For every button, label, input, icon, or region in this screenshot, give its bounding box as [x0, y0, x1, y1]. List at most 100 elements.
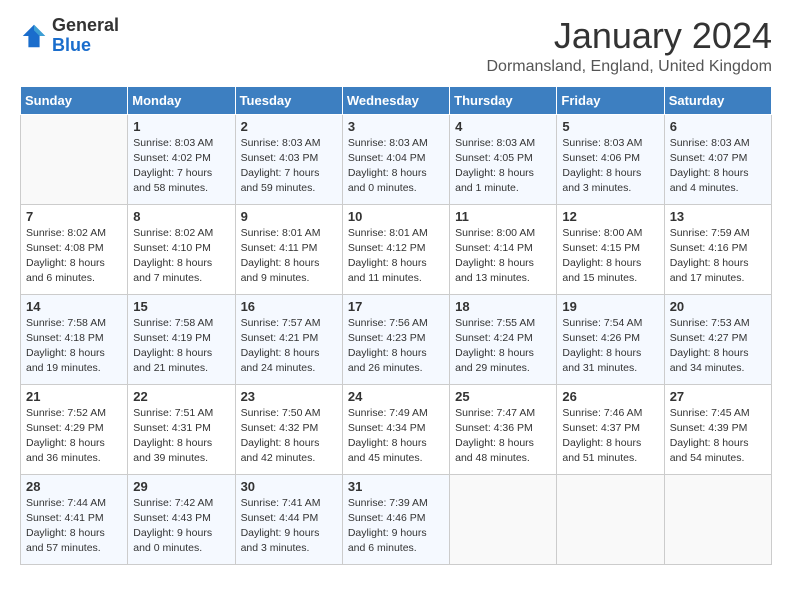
day-number: 10	[348, 209, 444, 224]
day-number: 23	[241, 389, 337, 404]
week-row-1: 1 Sunrise: 8:03 AMSunset: 4:02 PMDaylight…	[21, 114, 772, 204]
calendar-cell: 9 Sunrise: 8:01 AMSunset: 4:11 PMDaylight…	[235, 204, 342, 294]
logo-blue: Blue	[52, 35, 91, 55]
day-number: 11	[455, 209, 551, 224]
day-info: Sunrise: 8:03 AMSunset: 4:02 PMDaylight:…	[133, 136, 229, 197]
day-header-saturday: Saturday	[664, 86, 771, 114]
calendar-cell: 27 Sunrise: 7:45 AMSunset: 4:39 PMDayligh…	[664, 384, 771, 474]
day-header-tuesday: Tuesday	[235, 86, 342, 114]
calendar-cell: 20Sunrise: 7:53 AMSunset: 4:27 PMDayligh…	[664, 294, 771, 384]
day-info: Sunrise: 7:58 AMSunset: 4:19 PMDaylight:…	[133, 316, 229, 377]
calendar-cell: 16 Sunrise: 7:57 AMSunset: 4:21 PMDayligh…	[235, 294, 342, 384]
day-number: 31	[348, 479, 444, 494]
logo-icon	[20, 22, 48, 50]
day-info: Sunrise: 7:47 AMSunset: 4:36 PMDaylight:…	[455, 406, 551, 467]
calendar-cell: 6 Sunrise: 8:03 AMSunset: 4:07 PMDaylight…	[664, 114, 771, 204]
day-info: Sunrise: 8:03 AMSunset: 4:03 PMDaylight:…	[241, 136, 337, 197]
logo-text: General Blue	[52, 16, 119, 56]
week-row-3: 14 Sunrise: 7:58 AMSunset: 4:18 PMDayligh…	[21, 294, 772, 384]
day-number: 8	[133, 209, 229, 224]
day-info: Sunrise: 8:02 AMSunset: 4:08 PMDaylight:…	[26, 226, 122, 287]
calendar-cell: 7Sunrise: 8:02 AMSunset: 4:08 PMDaylight…	[21, 204, 128, 294]
day-number: 6	[670, 119, 766, 134]
day-number: 27	[670, 389, 766, 404]
day-number: 30	[241, 479, 337, 494]
day-header-monday: Monday	[128, 86, 235, 114]
calendar-cell: 1 Sunrise: 8:03 AMSunset: 4:02 PMDaylight…	[128, 114, 235, 204]
day-number: 22	[133, 389, 229, 404]
calendar-cell: 12Sunrise: 8:00 AMSunset: 4:15 PMDayligh…	[557, 204, 664, 294]
header: General Blue January 2024 Dormansland, E…	[20, 16, 772, 76]
day-number: 15	[133, 299, 229, 314]
day-info: Sunrise: 7:55 AMSunset: 4:24 PMDaylight:…	[455, 316, 551, 377]
calendar-cell: 17 Sunrise: 7:56 AMSunset: 4:23 PMDayligh…	[342, 294, 449, 384]
day-number: 19	[562, 299, 658, 314]
day-number: 3	[348, 119, 444, 134]
day-info: Sunrise: 8:01 AMSunset: 4:12 PMDaylight:…	[348, 226, 444, 287]
day-info: Sunrise: 8:02 AMSunset: 4:10 PMDaylight:…	[133, 226, 229, 287]
calendar-cell	[664, 474, 771, 564]
day-number: 4	[455, 119, 551, 134]
day-number: 17	[348, 299, 444, 314]
day-number: 14	[26, 299, 122, 314]
day-info: Sunrise: 7:45 AMSunset: 4:39 PMDaylight:…	[670, 406, 766, 467]
calendar-cell: 23 Sunrise: 7:50 AMSunset: 4:32 PMDayligh…	[235, 384, 342, 474]
days-header-row: SundayMondayTuesdayWednesdayThursdayFrid…	[21, 86, 772, 114]
calendar-cell: 8 Sunrise: 8:02 AMSunset: 4:10 PMDaylight…	[128, 204, 235, 294]
day-number: 9	[241, 209, 337, 224]
day-info: Sunrise: 7:57 AMSunset: 4:21 PMDaylight:…	[241, 316, 337, 377]
day-number: 1	[133, 119, 229, 134]
day-number: 13	[670, 209, 766, 224]
day-info: Sunrise: 8:00 AMSunset: 4:14 PMDaylight:…	[455, 226, 551, 287]
day-number: 29	[133, 479, 229, 494]
day-info: Sunrise: 8:01 AMSunset: 4:11 PMDaylight:…	[241, 226, 337, 287]
calendar-cell: 13 Sunrise: 7:59 AMSunset: 4:16 PMDayligh…	[664, 204, 771, 294]
calendar-cell: 3Sunrise: 8:03 AMSunset: 4:04 PMDaylight…	[342, 114, 449, 204]
day-info: Sunrise: 7:44 AMSunset: 4:41 PMDaylight:…	[26, 496, 122, 557]
day-number: 24	[348, 389, 444, 404]
day-number: 21	[26, 389, 122, 404]
day-info: Sunrise: 7:52 AMSunset: 4:29 PMDaylight:…	[26, 406, 122, 467]
day-info: Sunrise: 8:03 AMSunset: 4:07 PMDaylight:…	[670, 136, 766, 197]
calendar-cell: 28 Sunrise: 7:44 AMSunset: 4:41 PMDayligh…	[21, 474, 128, 564]
week-row-5: 28 Sunrise: 7:44 AMSunset: 4:41 PMDayligh…	[21, 474, 772, 564]
day-number: 28	[26, 479, 122, 494]
day-info: Sunrise: 8:00 AMSunset: 4:15 PMDaylight:…	[562, 226, 658, 287]
calendar-cell	[21, 114, 128, 204]
day-info: Sunrise: 7:39 AMSunset: 4:46 PMDaylight:…	[348, 496, 444, 557]
day-info: Sunrise: 7:50 AMSunset: 4:32 PMDaylight:…	[241, 406, 337, 467]
day-number: 5	[562, 119, 658, 134]
calendar-cell: 11 Sunrise: 8:00 AMSunset: 4:14 PMDayligh…	[450, 204, 557, 294]
day-info: Sunrise: 7:54 AMSunset: 4:26 PMDaylight:…	[562, 316, 658, 377]
calendar-cell: 22 Sunrise: 7:51 AMSunset: 4:31 PMDayligh…	[128, 384, 235, 474]
day-number: 2	[241, 119, 337, 134]
calendar-cell: 21 Sunrise: 7:52 AMSunset: 4:29 PMDayligh…	[21, 384, 128, 474]
calendar-cell	[450, 474, 557, 564]
calendar-cell: 15 Sunrise: 7:58 AMSunset: 4:19 PMDayligh…	[128, 294, 235, 384]
day-info: Sunrise: 8:03 AMSunset: 4:05 PMDaylight:…	[455, 136, 551, 197]
day-header-thursday: Thursday	[450, 86, 557, 114]
day-info: Sunrise: 7:46 AMSunset: 4:37 PMDaylight:…	[562, 406, 658, 467]
day-info: Sunrise: 7:58 AMSunset: 4:18 PMDaylight:…	[26, 316, 122, 377]
day-info: Sunrise: 7:51 AMSunset: 4:31 PMDaylight:…	[133, 406, 229, 467]
calendar-cell: 25Sunrise: 7:47 AMSunset: 4:36 PMDayligh…	[450, 384, 557, 474]
calendar-cell: 10 Sunrise: 8:01 AMSunset: 4:12 PMDayligh…	[342, 204, 449, 294]
calendar-cell: 24Sunrise: 7:49 AMSunset: 4:34 PMDayligh…	[342, 384, 449, 474]
day-number: 26	[562, 389, 658, 404]
day-info: Sunrise: 7:56 AMSunset: 4:23 PMDaylight:…	[348, 316, 444, 377]
title-area: January 2024 Dormansland, England, Unite…	[487, 16, 773, 76]
day-info: Sunrise: 7:59 AMSunset: 4:16 PMDaylight:…	[670, 226, 766, 287]
calendar-cell: 29Sunrise: 7:42 AMSunset: 4:43 PMDayligh…	[128, 474, 235, 564]
calendar-cell: 2 Sunrise: 8:03 AMSunset: 4:03 PMDaylight…	[235, 114, 342, 204]
day-info: Sunrise: 7:53 AMSunset: 4:27 PMDaylight:…	[670, 316, 766, 377]
calendar-table: SundayMondayTuesdayWednesdayThursdayFrid…	[20, 86, 772, 565]
calendar-cell: 30Sunrise: 7:41 AMSunset: 4:44 PMDayligh…	[235, 474, 342, 564]
day-header-sunday: Sunday	[21, 86, 128, 114]
calendar-cell: 19 Sunrise: 7:54 AMSunset: 4:26 PMDayligh…	[557, 294, 664, 384]
calendar-cell: 26 Sunrise: 7:46 AMSunset: 4:37 PMDayligh…	[557, 384, 664, 474]
location-subtitle: Dormansland, England, United Kingdom	[487, 58, 773, 76]
calendar-cell: 18Sunrise: 7:55 AMSunset: 4:24 PMDayligh…	[450, 294, 557, 384]
week-row-2: 7Sunrise: 8:02 AMSunset: 4:08 PMDaylight…	[21, 204, 772, 294]
calendar-cell: 31 Sunrise: 7:39 AMSunset: 4:46 PMDayligh…	[342, 474, 449, 564]
day-number: 16	[241, 299, 337, 314]
